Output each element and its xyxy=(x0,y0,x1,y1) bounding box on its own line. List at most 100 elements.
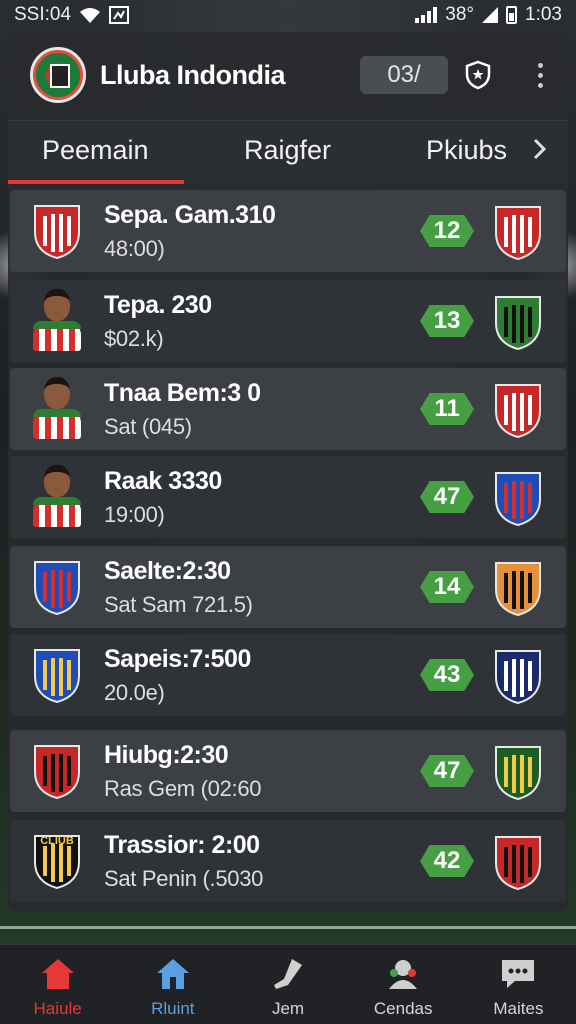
score-badge: 13 xyxy=(420,305,474,337)
boot-icon xyxy=(274,959,302,989)
match-subtitle: 19:00) xyxy=(104,501,165,527)
match-title: Sapeis:7:500 xyxy=(104,644,251,673)
nav-label: Rluint xyxy=(151,999,195,1018)
match-subtitle: Sat Penin (.5030 xyxy=(104,865,264,891)
wifi-icon xyxy=(80,8,101,23)
match-title: Raak 3330 xyxy=(104,466,222,495)
battery-icon xyxy=(506,6,518,24)
match-title: Hiubg:2:30 xyxy=(104,740,229,769)
carrier-label: SSI:04 xyxy=(14,4,72,25)
nav-label: Haiule xyxy=(33,999,82,1018)
away-team-crest xyxy=(495,746,541,801)
match-row[interactable]: Tnaa Bem:3 0 Sat (045) 11 xyxy=(10,368,566,450)
nav-item-haiule[interactable]: Haiule xyxy=(0,945,115,1024)
row-text: Trassior: 2:00 Sat Penin (.5030 xyxy=(104,831,420,892)
away-team-crest-wrap xyxy=(492,203,544,261)
match-subtitle: Sat Sam 721.5) xyxy=(104,591,253,617)
nav-label: Jem xyxy=(271,999,305,1018)
row-text: Raak 3330 19:00) xyxy=(104,467,420,528)
nav-label: Cendas xyxy=(373,999,433,1018)
app-logo xyxy=(30,47,86,103)
chat-icon xyxy=(502,960,535,988)
player-avatar xyxy=(33,377,81,441)
away-team-crest xyxy=(495,562,541,617)
tab-peemain[interactable]: Peemain xyxy=(42,135,149,166)
score-badge: 47 xyxy=(420,481,474,513)
more-dot-icon xyxy=(537,72,543,78)
match-subtitle: 20.0e) xyxy=(104,679,165,705)
nav-item-rluint[interactable]: Rluint xyxy=(115,945,230,1024)
away-team-crest-wrap xyxy=(492,559,544,617)
score-badge: 43 xyxy=(420,659,474,691)
row-text: Sepa. Gam.310 48:00) xyxy=(104,201,420,262)
match-subtitle: Sat (045) xyxy=(104,413,192,439)
home-team-crest xyxy=(34,745,80,800)
shield-button[interactable] xyxy=(462,59,494,91)
nav-item-cendas[interactable]: Cendas xyxy=(346,945,461,1024)
clock: 1:03 xyxy=(525,4,562,25)
match-title: Sepa. Gam.310 xyxy=(104,200,276,229)
row-left-image xyxy=(10,280,104,362)
away-team-crest xyxy=(495,650,541,705)
score-badge: 47 xyxy=(420,755,474,787)
away-team-crest-wrap xyxy=(492,381,544,439)
away-team-crest-wrap xyxy=(492,647,544,705)
row-left-image: CLIUB xyxy=(10,820,104,902)
match-row[interactable]: Hiubg:2:30 Ras Gem (02:60 47 xyxy=(10,730,566,812)
tabs-scroll-button[interactable] xyxy=(532,137,548,166)
row-left-image xyxy=(10,456,104,538)
match-title: Tepa. 230 xyxy=(104,290,212,319)
counter-field[interactable]: 03/ xyxy=(360,56,448,94)
score-badge: 42 xyxy=(420,845,474,877)
row-left-image xyxy=(10,730,104,812)
home-team-crest xyxy=(34,561,80,616)
home-team-crest xyxy=(34,649,80,704)
chevron-right-icon xyxy=(533,138,547,160)
nav-item-maites[interactable]: Maites xyxy=(461,945,576,1024)
score-badge: 11 xyxy=(420,393,474,425)
match-subtitle: 48:00) xyxy=(104,235,165,261)
away-team-crest-wrap xyxy=(492,469,544,527)
row-text: Sapeis:7:500 20.0e) xyxy=(104,645,420,706)
match-row[interactable]: Tepa. 230 $02.k) 13 xyxy=(10,280,566,362)
home-icon xyxy=(41,959,74,989)
away-team-crest-wrap xyxy=(492,743,544,801)
pitch-line xyxy=(0,926,576,929)
row-text: Saelte:2:30 Sat Sam 721.5) xyxy=(104,557,420,618)
match-title: Tnaa Bem:3 0 xyxy=(104,378,261,407)
score-badge: 14 xyxy=(420,571,474,603)
nav-item-jem[interactable]: Jem xyxy=(230,945,345,1024)
crest-text: CLIUB xyxy=(40,835,74,847)
match-title: Trassior: 2:00 xyxy=(104,830,260,859)
row-text: Tnaa Bem:3 0 Sat (045) xyxy=(104,379,420,440)
app-header: Lluba Indondia 03/ xyxy=(8,32,568,118)
more-dot-icon xyxy=(537,62,543,68)
away-team-crest xyxy=(495,384,541,439)
away-team-crest-wrap xyxy=(492,833,544,891)
battery-percent: 38° xyxy=(445,4,475,25)
match-subtitle: $02.k) xyxy=(104,325,164,351)
away-team-crest xyxy=(495,206,541,261)
score-badge: 12 xyxy=(420,215,474,247)
away-team-crest xyxy=(495,296,541,351)
nav-label: Maites xyxy=(493,999,544,1018)
signal-triangle-icon xyxy=(482,7,499,23)
tab-pkiubs[interactable]: Pkiubs xyxy=(426,135,507,166)
match-row[interactable]: Saelte:2:30 Sat Sam 721.5) 14 xyxy=(10,546,566,628)
match-row[interactable]: CLIUB Trassior: 2:00 Sat Penin (.5030 42 xyxy=(10,820,566,902)
screenshot-icon xyxy=(109,6,130,24)
match-row[interactable]: Sapeis:7:500 20.0e) 43 xyxy=(10,634,566,716)
row-left-image xyxy=(10,546,104,628)
away-team-crest xyxy=(495,472,541,527)
row-text: Tepa. 230 $02.k) xyxy=(104,291,420,352)
row-text: Hiubg:2:30 Ras Gem (02:60 xyxy=(104,741,420,802)
match-row[interactable]: Sepa. Gam.310 48:00) 12 xyxy=(10,190,566,272)
match-subtitle: Ras Gem (02:60 xyxy=(104,775,262,801)
app-title: Lluba Indondia xyxy=(100,59,285,90)
more-options-button[interactable] xyxy=(534,62,546,88)
status-bar: SSI:04 38° 1:03 xyxy=(0,0,576,30)
tab-raigfer[interactable]: Raigfer xyxy=(244,135,331,166)
home-team-crest: CLIUB xyxy=(34,835,80,890)
match-row[interactable]: Raak 3330 19:00) 47 xyxy=(10,456,566,538)
team-icon xyxy=(389,960,418,989)
